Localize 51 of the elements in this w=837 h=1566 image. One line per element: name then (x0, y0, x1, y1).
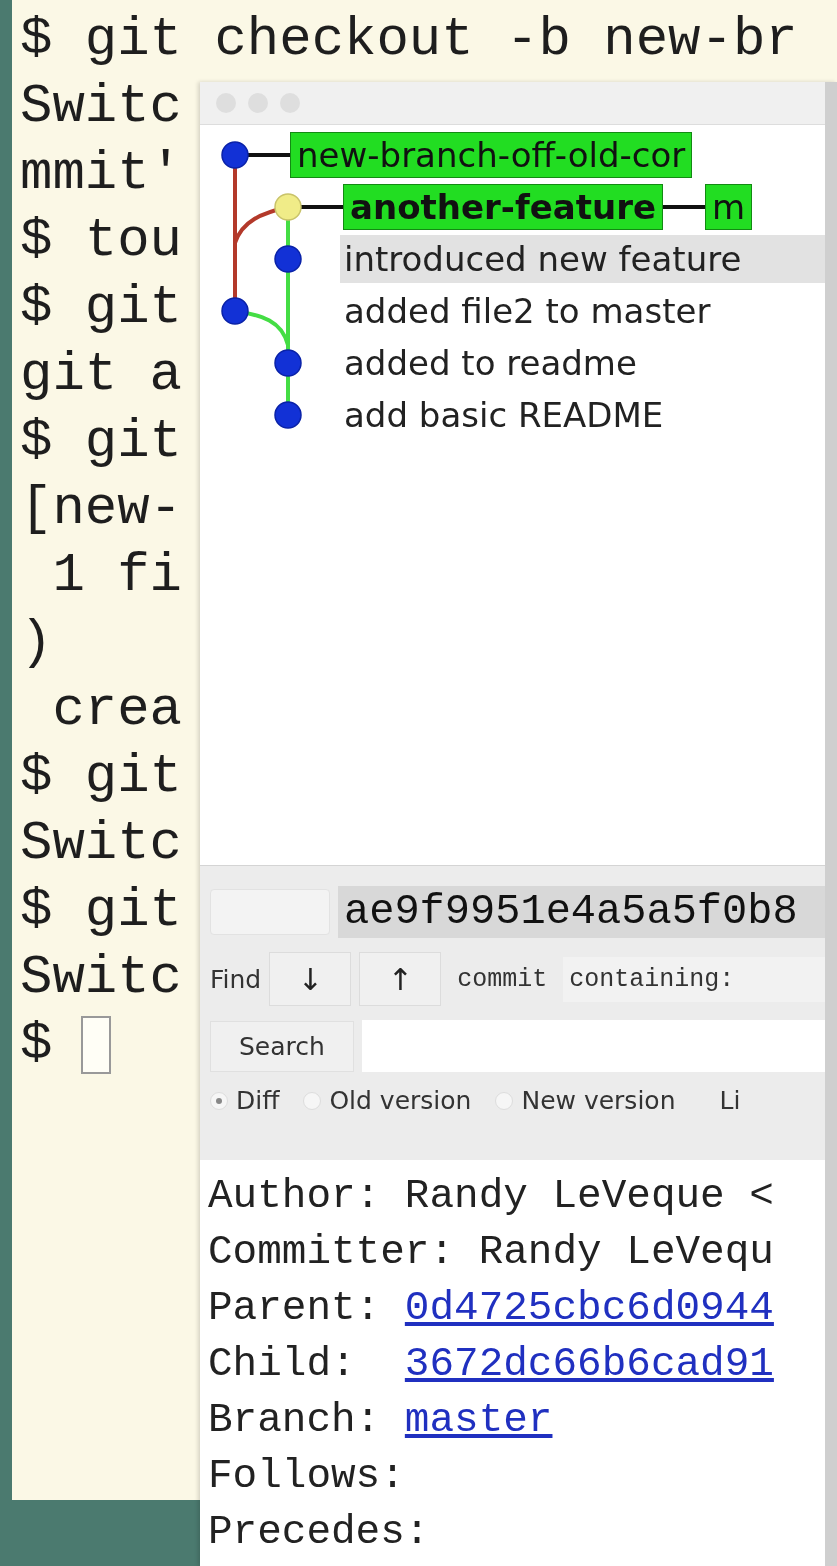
terminal-line: $ git (20, 276, 183, 340)
sha1-field[interactable]: ae9f9951e4a5a5f0b8 (338, 886, 825, 938)
detail-label: Author: (208, 1173, 381, 1219)
detail-label: Branch: (208, 1397, 381, 1443)
radio-button[interactable] (210, 1091, 228, 1110)
terminal-line: $ git (20, 410, 183, 474)
text-cursor (80, 1015, 111, 1074)
terminal-line: [new- (20, 477, 183, 541)
radio-button[interactable] (495, 1091, 514, 1110)
commit-message[interactable]: added file2 to master (340, 287, 825, 335)
terminal-line: Switc (20, 946, 183, 1010)
context-label: Li (719, 1086, 741, 1115)
radio-label[interactable]: New version (521, 1086, 676, 1115)
find-next-button[interactable]: ↓ (269, 952, 352, 1006)
search-field[interactable] (361, 1020, 825, 1072)
detail-label: Child: (208, 1341, 357, 1387)
find-mode-dropdown[interactable]: containing: (563, 956, 825, 1002)
commit-message[interactable]: add basic README (340, 391, 825, 439)
find-type-dropdown[interactable]: commit (449, 964, 556, 994)
commit-link[interactable]: 3672dc66b6cad91 (404, 1341, 774, 1387)
detail-value: Randy LeVeque < (404, 1173, 774, 1219)
terminal-line: $ tou (20, 209, 183, 273)
radio-button[interactable] (303, 1091, 322, 1110)
branch-tag[interactable]: another-feature (343, 184, 663, 230)
branch-tag[interactable]: m (705, 184, 753, 230)
commit-message[interactable]: introduced new feature (340, 235, 825, 283)
radio-label[interactable]: Diff (236, 1086, 280, 1115)
commit-link[interactable]: master (404, 1397, 553, 1443)
radio-label[interactable]: Old version (329, 1086, 472, 1115)
commit-link[interactable]: 0d4725cbc6d0944 (404, 1285, 774, 1331)
terminal-line: Switc (20, 812, 183, 876)
terminal-line: ) (20, 611, 53, 675)
terminal-line: git a (20, 343, 183, 407)
terminal-line: $ git (20, 879, 183, 943)
terminal-line: mmit' (20, 142, 183, 206)
find-previous-button[interactable]: ↑ (359, 952, 442, 1006)
detail-label: Follows: (208, 1453, 405, 1499)
detail-label: Committer: (208, 1229, 455, 1275)
branch-tag[interactable]: new-branch-off-old-cor (290, 132, 693, 178)
terminal-line: $ git (20, 745, 183, 809)
search-button[interactable]: Search (210, 1020, 354, 1072)
detail-value: Randy LeVequ (478, 1229, 774, 1275)
commit-message[interactable]: added to readme (340, 339, 825, 387)
terminal-line: crea (51, 678, 183, 742)
terminal-line: $ git checkout -b new-br (20, 8, 798, 72)
terminal-line: 1 fi (51, 544, 183, 608)
find-label: Find (210, 964, 262, 994)
terminal-line: $ (20, 1013, 54, 1077)
detail-label: Precedes: (208, 1509, 430, 1555)
detail-label: Parent: (208, 1285, 381, 1331)
terminal-line: Switc (20, 75, 183, 139)
